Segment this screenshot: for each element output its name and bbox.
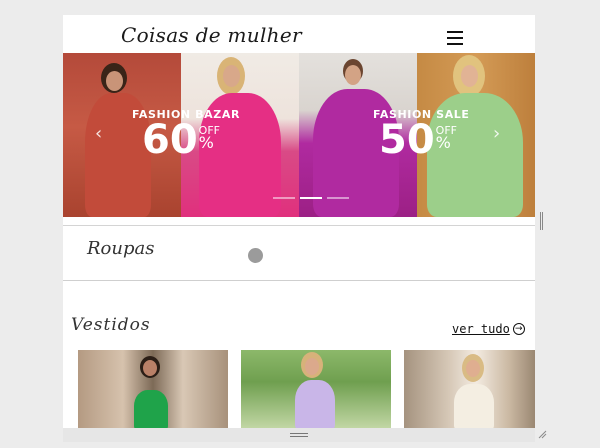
- menu-line: [447, 31, 463, 33]
- vestidos-title: Vestidos: [71, 315, 151, 335]
- site-logo[interactable]: Coisas de mulher: [121, 23, 302, 47]
- chevron-left-icon[interactable]: ‹: [95, 123, 102, 144]
- hero-carousel[interactable]: FASHION BAZAR 60OFF% FASHION SALE 50OFF%…: [63, 53, 535, 217]
- model-face: [305, 358, 319, 375]
- promo-off-label: OFF%: [198, 124, 220, 152]
- arrow-right-circle-icon[interactable]: →: [512, 323, 525, 335]
- ver-tudo-label[interactable]: ver tudo: [452, 322, 510, 336]
- model-face: [223, 65, 240, 87]
- ver-tudo-link[interactable]: ver tudo →: [452, 322, 525, 336]
- hamburger-menu-icon[interactable]: [447, 31, 463, 45]
- chevron-right-icon[interactable]: ›: [493, 123, 500, 144]
- scrollbar-thumb[interactable]: [540, 212, 543, 230]
- roupas-section: Roupas: [63, 225, 535, 281]
- carousel-dot[interactable]: [327, 197, 349, 199]
- model-face: [466, 360, 480, 377]
- browser-viewport: Coisas de mulher FASHION BAZAR 60OFF % F…: [63, 15, 535, 428]
- model-dress: [454, 384, 494, 428]
- carousel-dot-active[interactable]: [300, 197, 322, 199]
- model-face: [143, 360, 157, 376]
- model-dress: [295, 380, 335, 428]
- model-face: [106, 71, 123, 91]
- promo-sale: FASHION SALE 50OFF%: [373, 108, 470, 163]
- window-bottom-bar: [63, 428, 535, 442]
- model-dress: [134, 390, 168, 428]
- drag-grip-icon[interactable]: [290, 433, 308, 437]
- site-header: Coisas de mulher: [63, 15, 535, 53]
- product-card-cream-dress[interactable]: [404, 350, 535, 428]
- loading-spinner-icon: [248, 248, 263, 263]
- model-face: [345, 65, 361, 85]
- promo-value: 60: [142, 117, 198, 163]
- roupas-title: Roupas: [87, 238, 155, 259]
- promo-value: 50: [379, 117, 435, 163]
- menu-line: [447, 37, 463, 39]
- promo-off-label: OFF%: [435, 124, 457, 152]
- carousel-dot[interactable]: [273, 197, 295, 199]
- carousel-indicators: [273, 197, 349, 199]
- menu-line: [447, 43, 463, 45]
- product-card-green-dress[interactable]: [78, 350, 228, 428]
- promo-bazar: FASHION BAZAR 60OFF%: [132, 108, 240, 163]
- model-face: [461, 65, 478, 87]
- resize-handle-icon[interactable]: [537, 429, 547, 439]
- product-card-lilac-dress[interactable]: [241, 350, 391, 428]
